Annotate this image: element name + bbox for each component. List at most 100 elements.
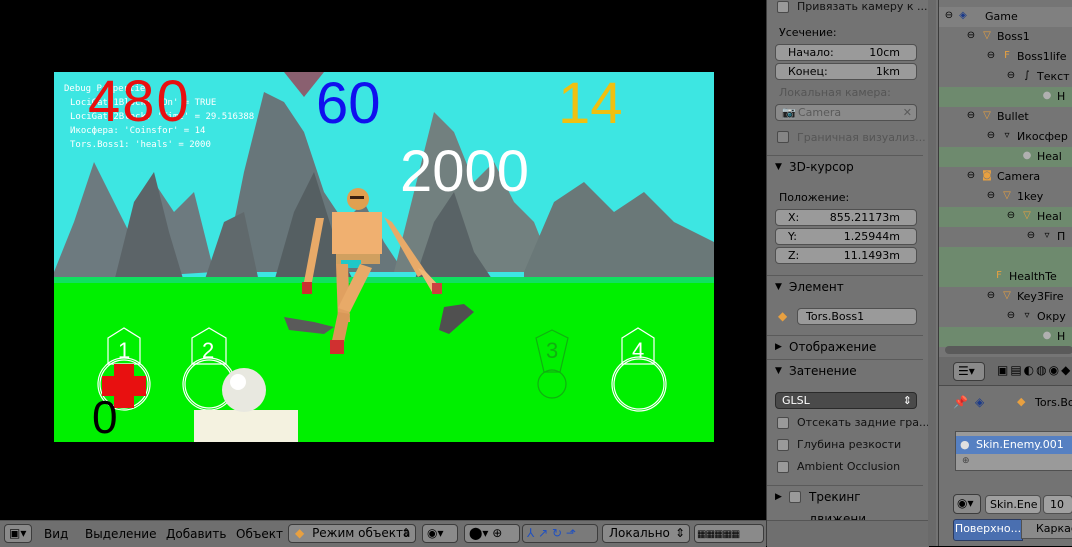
material-slot-row[interactable]: ● Skin.Enemy.001 xyxy=(956,436,1072,454)
viewport-header: ▣▾ Вид Выделение Добавить Объект ◆ Режим… xyxy=(0,520,766,547)
outliner-row[interactable] xyxy=(939,247,1072,267)
bind-camera-checkbox[interactable] xyxy=(777,1,789,13)
ao-checkbox[interactable] xyxy=(777,461,789,473)
outliner-row[interactable]: ⊖ ▽ 1key xyxy=(939,187,1072,207)
material-users-field[interactable]: 10 xyxy=(1043,495,1072,514)
display-panel-header[interactable]: ▶ Отображение xyxy=(767,335,923,358)
dof-checkbox[interactable] xyxy=(777,439,789,451)
outliner-label: Heal xyxy=(1037,150,1062,163)
manipulator-group[interactable]: ⅄ ↗ ↻ ⬏ xyxy=(522,524,598,543)
outliner-label: Окру xyxy=(1037,310,1066,323)
context-tab-icons[interactable]: ▣▤◐◍◉◆ xyxy=(997,363,1072,377)
item-panel-header[interactable]: ▼ Элемент xyxy=(767,275,923,298)
collapse-triangle-icon: ▼ xyxy=(775,282,782,292)
props-footer xyxy=(767,520,929,547)
outliner-row[interactable]: F HealthTe xyxy=(939,267,1072,287)
collapse-icon: ⊖ xyxy=(1006,70,1016,81)
menu-object[interactable]: Объект xyxy=(236,527,283,541)
cursor-panel-header[interactable]: ▼ 3D-курсор xyxy=(767,155,923,178)
camera-icon: ◙ xyxy=(982,170,992,181)
tab-surface[interactable]: Поверхно... xyxy=(953,519,1023,541)
outliner-row[interactable]: ⊖ ∫ Текст xyxy=(939,67,1072,87)
outliner-row[interactable]: ● H xyxy=(939,87,1072,107)
shading-panel-header[interactable]: ▼ Затенение xyxy=(767,359,923,382)
outliner-hscrollbar[interactable] xyxy=(945,346,1072,354)
material-users-value: 10 xyxy=(1050,498,1064,511)
orientation-label: Локально xyxy=(609,526,670,540)
drag-handle-icon[interactable]: ⊕ xyxy=(962,456,970,466)
outliner-label: Key3Fire xyxy=(1017,290,1064,303)
outliner-label: 1key xyxy=(1017,190,1044,203)
outliner-label: H xyxy=(1057,330,1066,343)
object-cube-icon: ◆ xyxy=(295,526,305,540)
item-name-field[interactable]: Tors.Boss1 xyxy=(797,308,917,325)
outliner-label: Boss1life xyxy=(1017,50,1067,63)
score-yellow: 14 xyxy=(558,72,623,136)
empty-object-icon: ▽ xyxy=(983,110,991,121)
outliner-row[interactable]: ⊖ ▽ Heal xyxy=(939,207,1072,227)
clip-start-field[interactable]: Начало: 10cm xyxy=(775,44,917,61)
outliner-row[interactable]: ⊖ ▽ Boss1 xyxy=(939,27,1072,47)
properties-header: ☰▾ ▣▤◐◍◉◆ xyxy=(939,357,1072,386)
curve-icon: ∫ xyxy=(1024,70,1030,81)
outliner-row[interactable]: ⊖ ▿ Окру xyxy=(939,307,1072,327)
camera-icon: 📷 xyxy=(782,106,796,119)
menu-view[interactable]: Вид xyxy=(44,527,68,541)
cursor-y-field[interactable]: Y: 1.25944m xyxy=(775,228,917,245)
outliner-row[interactable]: ⊖ ◙ Camera xyxy=(939,167,1072,187)
cursor-z-field[interactable]: Z: 11.1493m xyxy=(775,247,917,264)
outliner-row[interactable]: ⊖ ◈ Game xyxy=(939,7,1072,27)
outliner-label: H xyxy=(1057,90,1066,103)
material-icon: ● xyxy=(1042,90,1052,101)
material-slot-list[interactable]: ● Skin.Enemy.001 ⊕ xyxy=(955,431,1072,471)
material-name-field[interactable]: Skin.Ene xyxy=(985,495,1041,514)
clear-icon[interactable]: ✕ xyxy=(903,105,912,120)
material-browse-button[interactable]: ◉▾ xyxy=(953,494,981,514)
slot-label: 1 xyxy=(118,338,131,363)
tab-wire[interactable]: Каркас xyxy=(1021,519,1072,539)
clip-end-field[interactable]: Конец: 1km xyxy=(775,63,917,80)
backface-checkbox[interactable] xyxy=(777,417,789,429)
breadcrumb: Tors.Bos xyxy=(1035,396,1072,409)
outliner-label: Boss1 xyxy=(997,30,1030,43)
outliner-row[interactable]: ⊖ F Boss1life xyxy=(939,47,1072,67)
outliner-label: Game xyxy=(985,10,1018,23)
outliner: ⊖ ◈ Game ⊖ ▽ Boss1 ⊖ F Boss1life ⊖ ∫ Тек… xyxy=(938,0,1072,357)
game-render-view[interactable]: Debug Properties LociGate1Block: 'On' = … xyxy=(54,72,714,442)
collapse-icon: ⊖ xyxy=(1026,230,1036,241)
shading-mode-select[interactable]: GLSL ⇕ xyxy=(775,392,917,409)
material-icon: ● xyxy=(1042,330,1052,341)
shading-panel-title: Затенение xyxy=(789,364,857,378)
motion-tracking-checkbox[interactable] xyxy=(789,491,801,503)
shading-select[interactable]: ◉▾ xyxy=(422,524,458,543)
bounds-label: Граничная визуализ... xyxy=(797,131,926,144)
backface-label: Отсекать задние гра... xyxy=(797,416,930,429)
3d-viewport[interactable]: Debug Properties LociGate1Block: 'On' = … xyxy=(0,0,766,520)
cursor-x-field[interactable]: X: 855.21173m xyxy=(775,209,917,226)
layer-buttons[interactable]: ▦▦▦▦▦ xyxy=(694,524,764,543)
pivot-select[interactable]: ⬤▾ ⊕ xyxy=(464,524,520,543)
font-icon: F xyxy=(1004,50,1010,61)
outliner-row[interactable]: ● H xyxy=(939,327,1072,347)
pin-icon[interactable]: 📌 xyxy=(953,395,968,409)
outliner-label: Текст xyxy=(1037,70,1070,83)
outliner-row[interactable]: ⊖ ▽ Bullet xyxy=(939,107,1072,127)
material-slot-name: Skin.Enemy.001 xyxy=(976,438,1064,451)
sidebar-scrollbar[interactable] xyxy=(928,0,936,546)
clip-end-value: 1km xyxy=(875,65,900,78)
editor-type-button[interactable]: ☰▾ xyxy=(953,362,985,381)
menu-select[interactable]: Выделение xyxy=(85,527,156,541)
local-camera-field[interactable]: 📷 Camera ✕ xyxy=(775,104,917,121)
outliner-row[interactable]: ● Heal xyxy=(939,147,1072,167)
mode-select[interactable]: ◆ Режим объекта ⇕ xyxy=(288,524,416,543)
outliner-row[interactable]: ⊖ ▿ П xyxy=(939,227,1072,247)
outliner-row[interactable]: ⊖ ▽ Key3Fire xyxy=(939,287,1072,307)
orientation-select[interactable]: Локально ⇕ xyxy=(602,524,690,543)
menu-add[interactable]: Добавить xyxy=(166,527,226,541)
bounds-checkbox[interactable] xyxy=(777,131,789,143)
outliner-row[interactable]: ⊖ ▿ Икосфер xyxy=(939,127,1072,147)
collapse-triangle-icon: ▼ xyxy=(775,162,782,172)
motion-tracking-header[interactable]: ▶ Трекинг движени... xyxy=(767,485,923,526)
mode-label: Режим объекта xyxy=(312,526,411,540)
editor-type-button[interactable]: ▣▾ xyxy=(4,524,32,543)
